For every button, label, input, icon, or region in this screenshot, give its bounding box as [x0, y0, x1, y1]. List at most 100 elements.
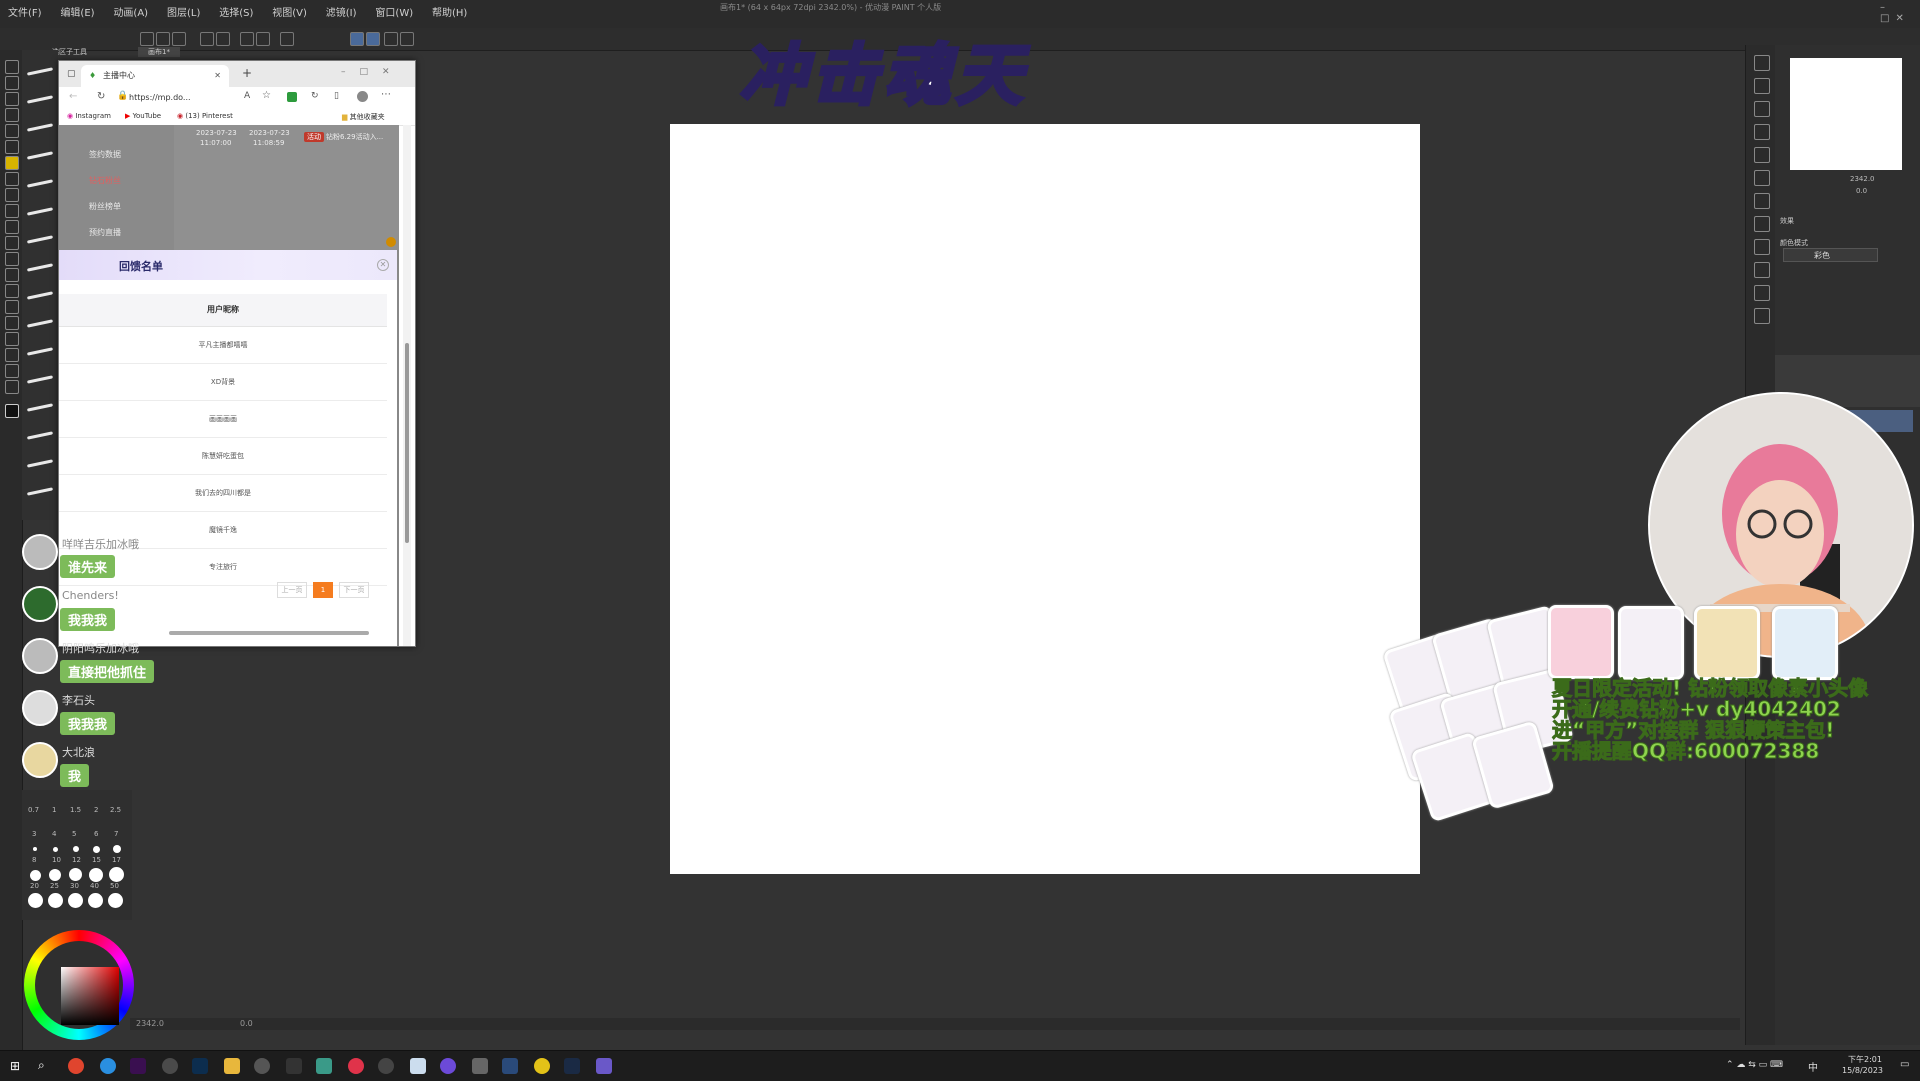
browser-vertical-scrollbar[interactable] [403, 125, 411, 646]
brush-stroke-preview[interactable] [26, 123, 54, 132]
back-icon[interactable]: ← [69, 91, 77, 102]
brush-stroke-preview[interactable] [26, 207, 54, 216]
menu-help[interactable]: 帮助(H) [424, 0, 475, 28]
brush-stroke-preview[interactable] [26, 263, 54, 272]
menu-layer[interactable]: 图层(L) [159, 0, 208, 28]
brush-size-option[interactable]: 17 [112, 856, 121, 864]
zoom-readout[interactable]: 2342.0 [136, 1019, 164, 1028]
material-icon[interactable] [1754, 285, 1770, 301]
bookmark-other-folder[interactable]: ▆ 其他收藏夹 [342, 112, 385, 122]
color-wheel[interactable] [24, 930, 134, 1040]
notification-icon[interactable]: ▭ [1900, 1059, 1909, 1070]
tab-actions-icon[interactable]: ▢ [67, 69, 76, 79]
brush-stroke-preview[interactable] [26, 235, 54, 244]
brush-size-dot[interactable] [69, 868, 82, 881]
brush-size-option[interactable]: 2.5 [110, 806, 121, 814]
sidebar-item-reserve-live[interactable]: 预约直播 [89, 227, 121, 238]
brush-size-dot[interactable] [28, 893, 43, 908]
brush-stroke-preview[interactable] [26, 431, 54, 440]
prev-page-button[interactable]: 上一页 [277, 582, 307, 598]
photoshop-icon[interactable] [192, 1058, 208, 1074]
magic-wand-icon[interactable] [5, 124, 19, 138]
ruler-tool-icon[interactable] [5, 332, 19, 346]
premiere-icon[interactable] [130, 1058, 146, 1074]
refresh-ext-icon[interactable]: ↻ [311, 91, 319, 101]
bookmark-youtube[interactable]: ▶ YouTube [125, 112, 161, 120]
modal-close-icon[interactable]: ✕ [377, 259, 389, 271]
favorite-star-icon[interactable]: ☆ [262, 90, 271, 101]
navigator-zoom[interactable]: 2342.0 [1850, 175, 1875, 183]
snap-icon[interactable] [350, 32, 364, 46]
brush-size-dot[interactable] [93, 846, 100, 853]
correction-icon[interactable] [5, 380, 19, 394]
clock-date[interactable]: 15/8/2023 [1842, 1066, 1883, 1075]
angle-readout[interactable]: 0.0 [240, 1019, 253, 1028]
new-tab-icon[interactable]: + [242, 66, 252, 80]
refresh-icon[interactable]: ↻ [97, 91, 105, 102]
steam-icon[interactable] [564, 1058, 580, 1074]
floating-coin-icon[interactable] [386, 237, 396, 247]
clip-studio-icon[interactable] [596, 1058, 612, 1074]
clock-time[interactable]: 下午2:01 [1848, 1054, 1882, 1065]
material-icon[interactable] [1754, 170, 1770, 186]
read-aloud-icon[interactable]: A [244, 91, 250, 101]
brush-stroke-preview[interactable] [26, 151, 54, 160]
app-icon[interactable] [378, 1058, 394, 1074]
app-icon[interactable] [254, 1058, 270, 1074]
sidebar-item-fan-ranking[interactable]: 粉丝榜单 [89, 201, 121, 212]
browser-horizontal-scrollbar[interactable] [169, 631, 369, 635]
document-tab[interactable]: 画布1* [138, 47, 180, 57]
text-icon[interactable] [5, 348, 19, 362]
brush-size-option[interactable]: 2 [94, 806, 98, 814]
undo-icon[interactable] [200, 32, 214, 46]
ime-indicator[interactable]: 中 [1808, 1059, 1818, 1074]
brush-stroke-preview[interactable] [26, 459, 54, 468]
app-icon[interactable] [316, 1058, 332, 1074]
fill-icon[interactable] [256, 32, 270, 46]
app-icon[interactable] [410, 1058, 426, 1074]
brush-size-option[interactable]: 1.5 [70, 806, 81, 814]
page-1-button[interactable]: 1 [313, 582, 333, 598]
brush-size-option[interactable]: 30 [70, 882, 79, 890]
brush-size-option[interactable]: 50 [110, 882, 119, 890]
brush-size-option[interactable]: 15 [92, 856, 101, 864]
saturation-value-square[interactable] [61, 967, 119, 1025]
history-icon[interactable] [1754, 147, 1770, 163]
material-icon[interactable] [1754, 262, 1770, 278]
app-icon[interactable] [348, 1058, 364, 1074]
main-color-swatch[interactable] [5, 404, 19, 418]
brush-icon[interactable] [5, 188, 19, 202]
drawing-canvas[interactable] [670, 124, 1420, 874]
brush-size-dot[interactable] [89, 868, 103, 882]
app-icon[interactable] [286, 1058, 302, 1074]
brush-size-option[interactable]: 4 [52, 830, 56, 838]
brush-size-option[interactable]: 1 [52, 806, 56, 814]
brush-stroke-preview[interactable] [26, 375, 54, 384]
move-icon[interactable] [5, 92, 19, 106]
navigator-preview[interactable] [1790, 58, 1902, 170]
balloon-icon[interactable] [5, 364, 19, 378]
brush-size-dot[interactable] [113, 845, 121, 853]
zoom-icon[interactable] [5, 60, 19, 74]
search-icon[interactable]: ⌕ [38, 1058, 45, 1073]
color-mode-select[interactable]: 彩色 [1783, 248, 1878, 262]
browser-window-controls[interactable]: –□✕ [341, 67, 404, 77]
info-icon[interactable] [1754, 101, 1770, 117]
menu-edit[interactable]: 编辑(E) [52, 0, 102, 28]
app-icon[interactable] [502, 1058, 518, 1074]
eyedropper-icon[interactable] [5, 140, 19, 154]
frame-icon[interactable] [5, 316, 19, 330]
tray-icons[interactable]: ⌃ ☁ ⇆ ▭ ⌨ [1726, 1060, 1783, 1070]
gradient-icon[interactable] [5, 284, 19, 298]
brush-size-dot[interactable] [30, 870, 41, 881]
export-icon[interactable] [400, 32, 414, 46]
brush-stroke-preview[interactable] [26, 487, 54, 496]
layer-icon[interactable] [280, 32, 294, 46]
menu-filter[interactable]: 滤镜(I) [318, 0, 365, 28]
navigator-panel-icon[interactable] [1754, 55, 1770, 71]
sub-view-icon[interactable] [1754, 78, 1770, 94]
pen-icon[interactable] [5, 156, 19, 170]
brush-size-option[interactable]: 20 [30, 882, 39, 890]
brush-size-dot[interactable] [68, 893, 83, 908]
app-icon[interactable] [534, 1058, 550, 1074]
